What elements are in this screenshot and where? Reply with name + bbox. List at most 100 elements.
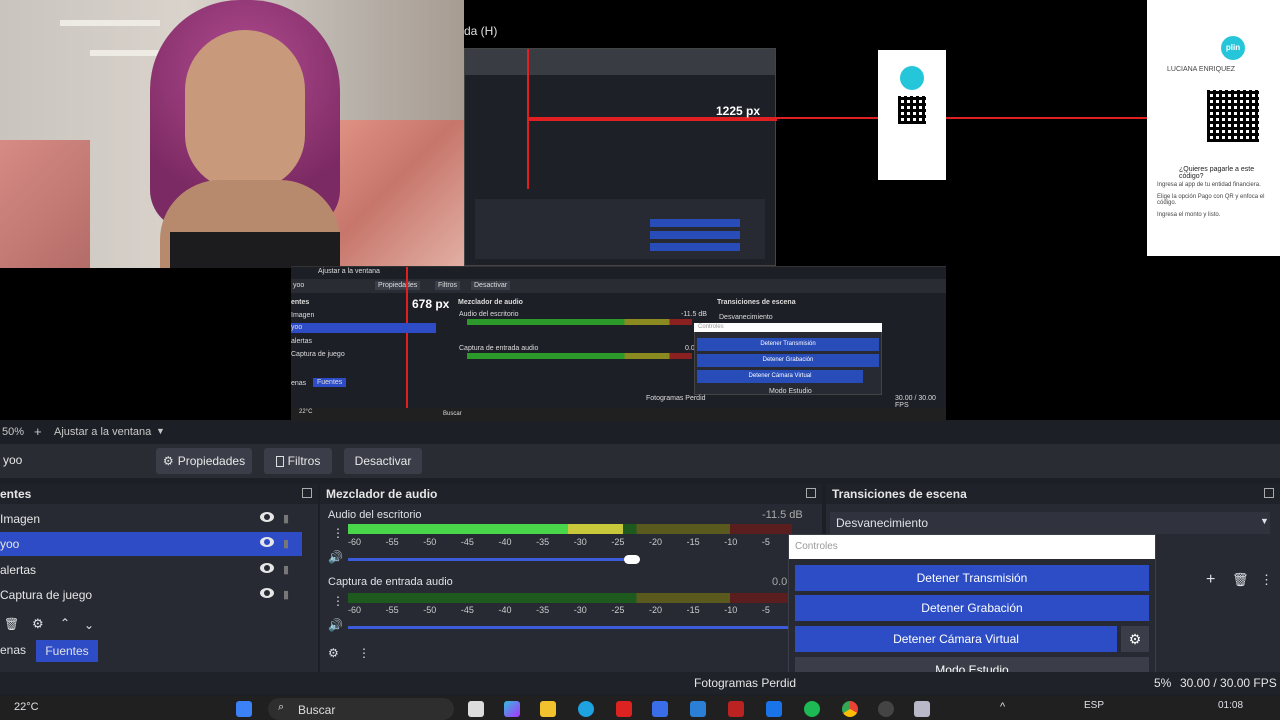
qr-code [1207,90,1259,142]
qr-question: ¿Quieres pagarle a este código? [1179,166,1255,180]
lock-icon[interactable]: ▮ [283,537,293,550]
app-icon[interactable] [914,701,930,717]
stop-recording-button[interactable]: Detener Grabación [795,595,1149,621]
lock-icon[interactable]: ▮ [283,588,293,601]
fps-readout: 30.00 / 30.00 FPS [1180,676,1277,690]
preview-canvas[interactable]: da (H) 1225 px plin LUCIANA ENRIQUEZ ¿Qu… [0,0,1280,421]
trash-icon[interactable]: 🗑 [1232,572,1249,588]
outlook-icon[interactable] [766,701,782,717]
controls-dock: Controles Detener Transmisión Detener Gr… [788,534,1156,692]
stop-streaming-button[interactable]: Detener Transmisión [795,565,1149,591]
app-l-icon[interactable] [616,701,632,717]
volume-slider[interactable] [348,558,633,561]
deactivate-button[interactable]: Desactivar [344,448,422,474]
chrome-icon[interactable] [842,701,858,717]
source-item[interactable]: Imagen ▮ [0,507,302,531]
meter-tick-label: -20 [649,537,663,547]
zoom-level: 50% [2,426,25,438]
channel-name: Audio del escritorio [328,509,422,521]
source-item[interactable]: Captura de juego ▮ [0,583,302,607]
store-icon[interactable] [652,701,668,717]
search-box[interactable]: Buscar [268,698,454,720]
mail-m-icon[interactable] [728,701,744,717]
windows-start-icon[interactable] [236,701,252,717]
meter-tick-label: -30 [573,537,587,547]
add-icon[interactable]: + [1206,571,1215,589]
qr-step: Ingresa el monto y listo. [1157,212,1221,218]
cpu-usage: 5% [1154,676,1172,690]
status-bar: Fotogramas Perdid 5% 30.00 / 30.00 FPS [0,672,1280,694]
chevron-up-icon[interactable]: ⌃ [60,616,70,630]
lock-icon[interactable]: ▮ [283,512,293,525]
qr-overlay-small [878,50,946,180]
qr-step: Ingresa al app de tu entidad financiera. [1157,182,1261,188]
eye-icon[interactable] [260,512,274,522]
chevron-down-icon[interactable]: ⌄ [84,618,94,632]
plin-logo-icon [900,66,924,90]
gear-icon: ⚙ [162,454,174,468]
language-indicator[interactable]: ESP [1084,700,1104,711]
menu-dots-icon[interactable]: ⋮ [332,526,344,540]
dock-title: Controles [789,535,1155,559]
obs-icon[interactable] [878,701,894,717]
popout-icon[interactable] [1264,488,1274,498]
meter-tick-label: -50 [423,605,437,615]
edge-icon[interactable] [578,701,594,717]
meter-tick-label: -5 [761,537,770,547]
volume-slider-knob[interactable] [624,555,641,564]
meter-tick-label: -15 [686,537,700,547]
channel-db: -11.5 dB [762,509,803,521]
volume-icon[interactable]: 🔊 [328,550,343,564]
chevron-up-icon[interactable]: ^ [1000,701,1005,713]
clock-time[interactable]: 01:08 [1218,700,1243,711]
eye-icon[interactable] [260,563,274,573]
source-item-selected[interactable]: yoo ▮ [0,532,302,556]
menu-dots-icon[interactable]: ⋮ [332,594,344,608]
popout-icon[interactable] [806,488,816,498]
menu-dots-icon[interactable]: ⋮ [358,646,370,660]
zoom-in-icon[interactable]: + [34,424,42,439]
app-icon[interactable] [690,701,706,717]
meter-tick-label: -55 [385,537,399,547]
dock-title: entes [0,484,318,504]
gear-icon[interactable]: ⚙ [1121,626,1149,652]
meter-tick-label: -15 [686,605,700,615]
weather-temp[interactable]: 22°C [14,701,39,713]
gear-icon[interactable]: ⚙ [32,616,44,632]
meter-tick-label: -45 [460,537,474,547]
eye-icon[interactable] [260,537,274,547]
properties-button[interactable]: ⚙ Propiedades [156,448,252,474]
volume-icon[interactable]: 🔊 [328,618,343,632]
task-view-icon[interactable] [468,701,484,717]
transition-select[interactable]: Desvanecimiento [830,512,1270,534]
volume-slider[interactable] [348,626,792,629]
meter-tick-label: -35 [536,537,550,547]
trash-icon[interactable]: 🗑 [4,617,19,631]
filters-button[interactable]: Filtros [264,448,332,474]
meter-tick-label: -60 [348,537,362,547]
copilot-icon[interactable] [504,701,520,717]
tab-scenes[interactable]: enas [0,640,26,660]
meter-tick-label: -40 [498,605,512,615]
popout-icon[interactable] [302,488,312,498]
meter-tick-label: -25 [611,605,625,615]
meter-tick-label: -60 [348,605,362,615]
tab-sources[interactable]: Fuentes [36,640,98,662]
stop-virtual-camera-button[interactable]: Detener Cámara Virtual [795,626,1117,652]
chevron-down-icon[interactable]: ▼ [1260,516,1269,526]
meter-tick-label: -40 [498,537,512,547]
eye-icon[interactable] [260,588,274,598]
menu-dots-icon[interactable]: ⋮ [1260,572,1273,588]
spotify-icon[interactable] [804,701,820,717]
zoom-mode-label[interactable]: Ajustar a la ventana [54,426,151,438]
chevron-down-icon[interactable]: ▼ [156,426,165,436]
settings-icon[interactable]: ⚙ [328,646,339,660]
source-toolbar: yoo ⚙ Propiedades Filtros Desactivar [0,444,1280,478]
source-item[interactable]: alertas ▮ [0,558,302,582]
selected-source-name: yoo [3,453,23,467]
nested-window-title: da (H) [464,24,498,38]
folder-icon[interactable] [540,701,556,717]
meter-tick-label: -10 [724,605,738,615]
lock-icon[interactable]: ▮ [283,563,293,576]
nested-preview [464,48,777,266]
